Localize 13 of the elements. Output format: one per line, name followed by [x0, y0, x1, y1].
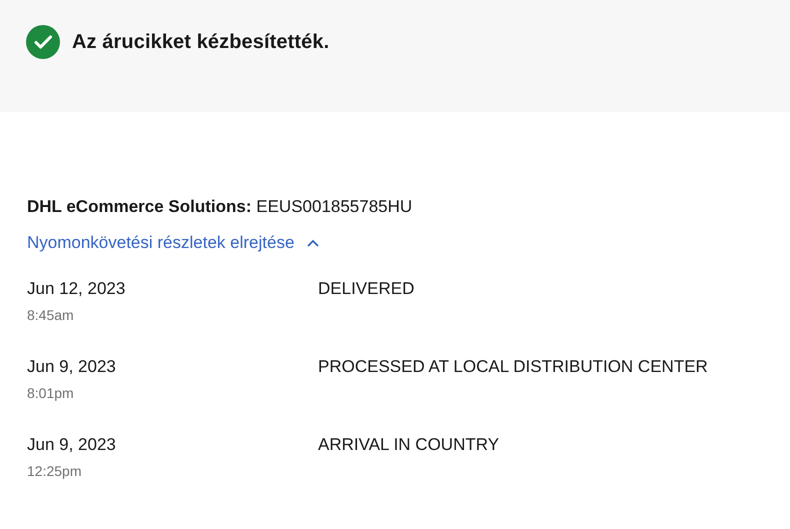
carrier-tracking-number: DHL eCommerce Solutions: EEUS001855785HU — [27, 196, 414, 218]
status-message: Az árucikket kézbesítették. — [72, 30, 330, 54]
event-status: DELIVERED — [318, 279, 414, 298]
event-time: 12:25pm — [27, 462, 82, 480]
chevron-up-icon[interactable] — [306, 238, 320, 248]
event-date: Jun 9, 2023 — [27, 356, 116, 378]
tracking-details-toggle-link[interactable]: Nyomonkövetési részletek elrejtése — [27, 233, 294, 253]
event-date: Jun 9, 2023 — [27, 434, 116, 456]
event-status: ARRIVAL IN COUNTRY — [318, 435, 500, 454]
event-date: Jun 12, 2023 — [27, 278, 126, 300]
event-status: PROCESSED AT LOCAL DISTRIBUTION CENTER — [318, 357, 708, 376]
event-time: 8:45am — [27, 306, 74, 324]
event-time: 8:01pm — [27, 384, 74, 402]
